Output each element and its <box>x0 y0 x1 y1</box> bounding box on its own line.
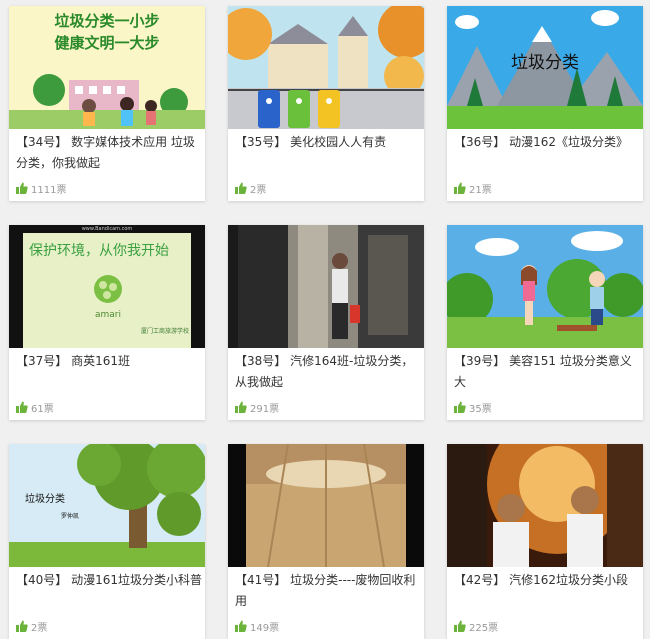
thumb-brand: amari <box>95 310 121 320</box>
video-thumbnail[interactable] <box>228 444 424 567</box>
vote-count: 149票 <box>235 618 279 634</box>
video-card-40[interactable]: 垃圾分类 罗仲凯 【40号】 动漫161垃圾分类小科普 2票 <box>9 444 205 639</box>
vote-count-text: 35票 <box>469 403 492 415</box>
video-number: 【36号】 <box>454 135 506 149</box>
thumb-caption-line2: 健康文明一大步 <box>54 34 159 52</box>
thumb-caption: 保护环境，从你我开始 <box>29 243 169 259</box>
thumbs-up-icon[interactable] <box>454 620 466 632</box>
vote-count-text: 61票 <box>31 403 54 415</box>
video-title[interactable]: 【39号】 美容151 垃圾分类意义大 <box>454 351 640 393</box>
video-number: 【42号】 <box>454 573 506 587</box>
vote-count: 35票 <box>454 399 492 415</box>
vote-count: 1111票 <box>16 180 66 196</box>
video-thumbnail[interactable] <box>228 6 424 129</box>
video-thumbnail[interactable] <box>447 444 643 567</box>
thumbs-up-icon[interactable] <box>235 182 247 194</box>
video-card-39[interactable]: 【39号】 美容151 垃圾分类意义大 35票 <box>447 225 643 420</box>
vote-count: 21票 <box>454 180 492 196</box>
thumbs-up-icon[interactable] <box>454 401 466 413</box>
video-number: 【35号】 <box>235 135 287 149</box>
video-title-text: 动漫162《垃圾分类》 <box>509 135 629 149</box>
thumbs-up-icon[interactable] <box>235 620 247 632</box>
video-card-34[interactable]: 垃圾分类一小步 健康文明一大步 【34号】 数字媒体技术应用 垃圾分类，你我做起… <box>9 6 205 201</box>
video-thumbnail[interactable]: 垃圾分类一小步 健康文明一大步 <box>9 6 205 129</box>
vote-count: 2票 <box>16 618 47 634</box>
video-thumbnail[interactable]: www.Bandicam.com 保护环境，从你我开始 amari 厦门工商旅游… <box>9 225 205 348</box>
thumb-watermark: www.Bandicam.com <box>82 226 133 232</box>
thumbs-up-icon[interactable] <box>235 401 247 413</box>
thumb-school: 厦门工商旅游学校 <box>141 327 189 335</box>
video-title[interactable]: 【42号】 汽修162垃圾分类小段 <box>454 570 640 591</box>
video-number: 【41号】 <box>235 573 287 587</box>
vote-count-text: 2票 <box>31 622 48 634</box>
video-grid: 垃圾分类一小步 健康文明一大步 【34号】 数字媒体技术应用 垃圾分类，你我做起… <box>0 0 650 639</box>
vote-count-text: 1111票 <box>31 184 67 196</box>
thumb-author: 罗仲凯 <box>61 512 79 520</box>
video-title[interactable]: 【34号】 数字媒体技术应用 垃圾分类，你我做起 <box>16 132 202 174</box>
video-thumbnail[interactable]: 垃圾分类 罗仲凯 <box>9 444 205 567</box>
video-title-text: 商英161班 <box>71 354 131 368</box>
video-title[interactable]: 【38号】 汽修164班-垃圾分类，从我做起 <box>235 351 421 393</box>
video-title[interactable]: 【36号】 动漫162《垃圾分类》 <box>454 132 640 153</box>
vote-count-text: 21票 <box>469 184 492 196</box>
thumbs-up-icon[interactable] <box>16 182 28 194</box>
video-card-41[interactable]: 【41号】 垃圾分类----废物回收利用 149票 <box>228 444 424 639</box>
vote-count-text: 225票 <box>469 622 499 634</box>
video-thumbnail[interactable] <box>447 225 643 348</box>
video-title-text: 汽修162垃圾分类小段 <box>509 573 629 587</box>
video-card-38[interactable]: 【38号】 汽修164班-垃圾分类，从我做起 291票 <box>228 225 424 420</box>
video-number: 【38号】 <box>235 354 287 368</box>
thumb-caption: 垃圾分类 <box>25 492 65 505</box>
vote-count-text: 149票 <box>250 622 280 634</box>
video-card-36[interactable]: 垃圾分类 【36号】 动漫162《垃圾分类》 21票 <box>447 6 643 201</box>
video-number: 【34号】 <box>16 135 68 149</box>
video-thumbnail[interactable]: 垃圾分类 <box>447 6 643 129</box>
vote-count-text: 291票 <box>250 403 280 415</box>
video-title[interactable]: 【37号】 商英161班 <box>16 351 202 372</box>
video-title-text: 动漫161垃圾分类小科普 <box>71 573 202 587</box>
video-title[interactable]: 【35号】 美化校园人人有责 <box>235 132 421 153</box>
vote-count: 2票 <box>235 180 266 196</box>
video-number: 【39号】 <box>454 354 506 368</box>
vote-count: 61票 <box>16 399 54 415</box>
video-thumbnail[interactable] <box>228 225 424 348</box>
vote-count: 291票 <box>235 399 279 415</box>
vote-count-text: 2票 <box>250 184 267 196</box>
thumbs-up-icon[interactable] <box>16 620 28 632</box>
video-number: 【40号】 <box>16 573 68 587</box>
video-card-42[interactable]: 【42号】 汽修162垃圾分类小段 225票 <box>447 444 643 639</box>
vote-count: 225票 <box>454 618 498 634</box>
video-card-37[interactable]: www.Bandicam.com 保护环境，从你我开始 amari 厦门工商旅游… <box>9 225 205 420</box>
video-title[interactable]: 【41号】 垃圾分类----废物回收利用 <box>235 570 421 612</box>
video-number: 【37号】 <box>16 354 68 368</box>
thumbs-up-icon[interactable] <box>454 182 466 194</box>
video-title[interactable]: 【40号】 动漫161垃圾分类小科普 <box>16 570 202 591</box>
video-title-text: 美化校园人人有责 <box>290 135 387 149</box>
thumb-caption-line1: 垃圾分类一小步 <box>54 12 159 30</box>
video-card-35[interactable]: 【35号】 美化校园人人有责 2票 <box>228 6 424 201</box>
thumbs-up-icon[interactable] <box>16 401 28 413</box>
thumb-caption: 垃圾分类 <box>511 53 579 73</box>
